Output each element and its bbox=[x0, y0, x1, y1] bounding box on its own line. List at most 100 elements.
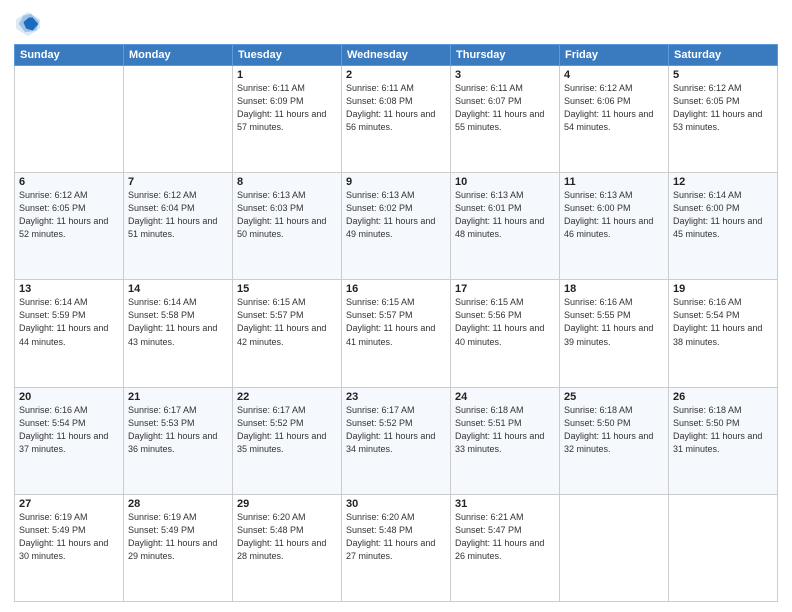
day-number: 18 bbox=[564, 283, 664, 295]
day-info: Sunrise: 6:18 AMSunset: 5:51 PMDaylight:… bbox=[455, 404, 555, 456]
day-number: 21 bbox=[128, 391, 228, 403]
day-number: 8 bbox=[237, 176, 337, 188]
day-info: Sunrise: 6:17 AMSunset: 5:53 PMDaylight:… bbox=[128, 404, 228, 456]
day-number: 6 bbox=[19, 176, 119, 188]
day-number: 22 bbox=[237, 391, 337, 403]
logo-icon bbox=[14, 10, 42, 38]
day-info: Sunrise: 6:17 AMSunset: 5:52 PMDaylight:… bbox=[237, 404, 337, 456]
day-number: 20 bbox=[19, 391, 119, 403]
day-info: Sunrise: 6:12 AMSunset: 6:04 PMDaylight:… bbox=[128, 189, 228, 241]
calendar-cell: 5Sunrise: 6:12 AMSunset: 6:05 PMDaylight… bbox=[669, 66, 778, 173]
day-info: Sunrise: 6:17 AMSunset: 5:52 PMDaylight:… bbox=[346, 404, 446, 456]
day-info: Sunrise: 6:16 AMSunset: 5:55 PMDaylight:… bbox=[564, 296, 664, 348]
calendar-cell: 7Sunrise: 6:12 AMSunset: 6:04 PMDaylight… bbox=[124, 173, 233, 280]
day-number: 30 bbox=[346, 498, 446, 510]
day-info: Sunrise: 6:21 AMSunset: 5:47 PMDaylight:… bbox=[455, 511, 555, 563]
day-number: 15 bbox=[237, 283, 337, 295]
day-info: Sunrise: 6:13 AMSunset: 6:01 PMDaylight:… bbox=[455, 189, 555, 241]
calendar-cell: 15Sunrise: 6:15 AMSunset: 5:57 PMDayligh… bbox=[233, 280, 342, 387]
day-number: 2 bbox=[346, 69, 446, 81]
calendar-cell: 26Sunrise: 6:18 AMSunset: 5:50 PMDayligh… bbox=[669, 387, 778, 494]
calendar-cell bbox=[15, 66, 124, 173]
day-number: 25 bbox=[564, 391, 664, 403]
calendar-cell: 29Sunrise: 6:20 AMSunset: 5:48 PMDayligh… bbox=[233, 494, 342, 601]
calendar-cell: 16Sunrise: 6:15 AMSunset: 5:57 PMDayligh… bbox=[342, 280, 451, 387]
day-info: Sunrise: 6:11 AMSunset: 6:08 PMDaylight:… bbox=[346, 82, 446, 134]
day-info: Sunrise: 6:14 AMSunset: 5:59 PMDaylight:… bbox=[19, 296, 119, 348]
calendar-cell: 25Sunrise: 6:18 AMSunset: 5:50 PMDayligh… bbox=[560, 387, 669, 494]
calendar-week-3: 13Sunrise: 6:14 AMSunset: 5:59 PMDayligh… bbox=[15, 280, 778, 387]
day-info: Sunrise: 6:20 AMSunset: 5:48 PMDaylight:… bbox=[237, 511, 337, 563]
day-number: 16 bbox=[346, 283, 446, 295]
day-info: Sunrise: 6:19 AMSunset: 5:49 PMDaylight:… bbox=[128, 511, 228, 563]
day-info: Sunrise: 6:16 AMSunset: 5:54 PMDaylight:… bbox=[19, 404, 119, 456]
calendar-week-5: 27Sunrise: 6:19 AMSunset: 5:49 PMDayligh… bbox=[15, 494, 778, 601]
calendar-cell: 4Sunrise: 6:12 AMSunset: 6:06 PMDaylight… bbox=[560, 66, 669, 173]
calendar-week-4: 20Sunrise: 6:16 AMSunset: 5:54 PMDayligh… bbox=[15, 387, 778, 494]
day-number: 23 bbox=[346, 391, 446, 403]
calendar-cell: 2Sunrise: 6:11 AMSunset: 6:08 PMDaylight… bbox=[342, 66, 451, 173]
calendar-cell: 12Sunrise: 6:14 AMSunset: 6:00 PMDayligh… bbox=[669, 173, 778, 280]
calendar-week-2: 6Sunrise: 6:12 AMSunset: 6:05 PMDaylight… bbox=[15, 173, 778, 280]
header bbox=[14, 10, 778, 38]
day-info: Sunrise: 6:15 AMSunset: 5:57 PMDaylight:… bbox=[346, 296, 446, 348]
calendar-cell bbox=[669, 494, 778, 601]
day-info: Sunrise: 6:15 AMSunset: 5:56 PMDaylight:… bbox=[455, 296, 555, 348]
calendar-week-1: 1Sunrise: 6:11 AMSunset: 6:09 PMDaylight… bbox=[15, 66, 778, 173]
day-number: 7 bbox=[128, 176, 228, 188]
calendar-cell bbox=[124, 66, 233, 173]
calendar-cell: 20Sunrise: 6:16 AMSunset: 5:54 PMDayligh… bbox=[15, 387, 124, 494]
calendar-cell: 31Sunrise: 6:21 AMSunset: 5:47 PMDayligh… bbox=[451, 494, 560, 601]
calendar-cell: 11Sunrise: 6:13 AMSunset: 6:00 PMDayligh… bbox=[560, 173, 669, 280]
calendar-cell: 27Sunrise: 6:19 AMSunset: 5:49 PMDayligh… bbox=[15, 494, 124, 601]
weekday-header-wednesday: Wednesday bbox=[342, 45, 451, 66]
day-number: 11 bbox=[564, 176, 664, 188]
calendar-cell: 30Sunrise: 6:20 AMSunset: 5:48 PMDayligh… bbox=[342, 494, 451, 601]
day-info: Sunrise: 6:14 AMSunset: 6:00 PMDaylight:… bbox=[673, 189, 773, 241]
calendar-cell: 8Sunrise: 6:13 AMSunset: 6:03 PMDaylight… bbox=[233, 173, 342, 280]
weekday-header-friday: Friday bbox=[560, 45, 669, 66]
day-number: 3 bbox=[455, 69, 555, 81]
weekday-header-row: SundayMondayTuesdayWednesdayThursdayFrid… bbox=[15, 45, 778, 66]
page: SundayMondayTuesdayWednesdayThursdayFrid… bbox=[0, 0, 792, 612]
day-number: 4 bbox=[564, 69, 664, 81]
day-number: 28 bbox=[128, 498, 228, 510]
calendar-cell: 9Sunrise: 6:13 AMSunset: 6:02 PMDaylight… bbox=[342, 173, 451, 280]
day-number: 10 bbox=[455, 176, 555, 188]
calendar-cell: 3Sunrise: 6:11 AMSunset: 6:07 PMDaylight… bbox=[451, 66, 560, 173]
day-number: 17 bbox=[455, 283, 555, 295]
calendar-cell: 6Sunrise: 6:12 AMSunset: 6:05 PMDaylight… bbox=[15, 173, 124, 280]
calendar-cell: 21Sunrise: 6:17 AMSunset: 5:53 PMDayligh… bbox=[124, 387, 233, 494]
day-info: Sunrise: 6:19 AMSunset: 5:49 PMDaylight:… bbox=[19, 511, 119, 563]
day-number: 29 bbox=[237, 498, 337, 510]
weekday-header-monday: Monday bbox=[124, 45, 233, 66]
day-number: 26 bbox=[673, 391, 773, 403]
day-info: Sunrise: 6:15 AMSunset: 5:57 PMDaylight:… bbox=[237, 296, 337, 348]
weekday-header-thursday: Thursday bbox=[451, 45, 560, 66]
day-number: 9 bbox=[346, 176, 446, 188]
calendar-cell: 14Sunrise: 6:14 AMSunset: 5:58 PMDayligh… bbox=[124, 280, 233, 387]
day-info: Sunrise: 6:12 AMSunset: 6:05 PMDaylight:… bbox=[19, 189, 119, 241]
calendar-header: SundayMondayTuesdayWednesdayThursdayFrid… bbox=[15, 45, 778, 66]
day-number: 24 bbox=[455, 391, 555, 403]
day-info: Sunrise: 6:13 AMSunset: 6:02 PMDaylight:… bbox=[346, 189, 446, 241]
logo bbox=[14, 10, 46, 38]
weekday-header-tuesday: Tuesday bbox=[233, 45, 342, 66]
day-number: 1 bbox=[237, 69, 337, 81]
day-info: Sunrise: 6:18 AMSunset: 5:50 PMDaylight:… bbox=[673, 404, 773, 456]
day-info: Sunrise: 6:13 AMSunset: 6:03 PMDaylight:… bbox=[237, 189, 337, 241]
calendar-cell: 23Sunrise: 6:17 AMSunset: 5:52 PMDayligh… bbox=[342, 387, 451, 494]
calendar-cell bbox=[560, 494, 669, 601]
day-number: 19 bbox=[673, 283, 773, 295]
calendar-table: SundayMondayTuesdayWednesdayThursdayFrid… bbox=[14, 44, 778, 602]
day-number: 31 bbox=[455, 498, 555, 510]
calendar-cell: 24Sunrise: 6:18 AMSunset: 5:51 PMDayligh… bbox=[451, 387, 560, 494]
calendar-body: 1Sunrise: 6:11 AMSunset: 6:09 PMDaylight… bbox=[15, 66, 778, 602]
day-number: 27 bbox=[19, 498, 119, 510]
calendar-cell: 22Sunrise: 6:17 AMSunset: 5:52 PMDayligh… bbox=[233, 387, 342, 494]
weekday-header-saturday: Saturday bbox=[669, 45, 778, 66]
calendar-cell: 10Sunrise: 6:13 AMSunset: 6:01 PMDayligh… bbox=[451, 173, 560, 280]
day-info: Sunrise: 6:13 AMSunset: 6:00 PMDaylight:… bbox=[564, 189, 664, 241]
calendar-cell: 1Sunrise: 6:11 AMSunset: 6:09 PMDaylight… bbox=[233, 66, 342, 173]
calendar-cell: 19Sunrise: 6:16 AMSunset: 5:54 PMDayligh… bbox=[669, 280, 778, 387]
